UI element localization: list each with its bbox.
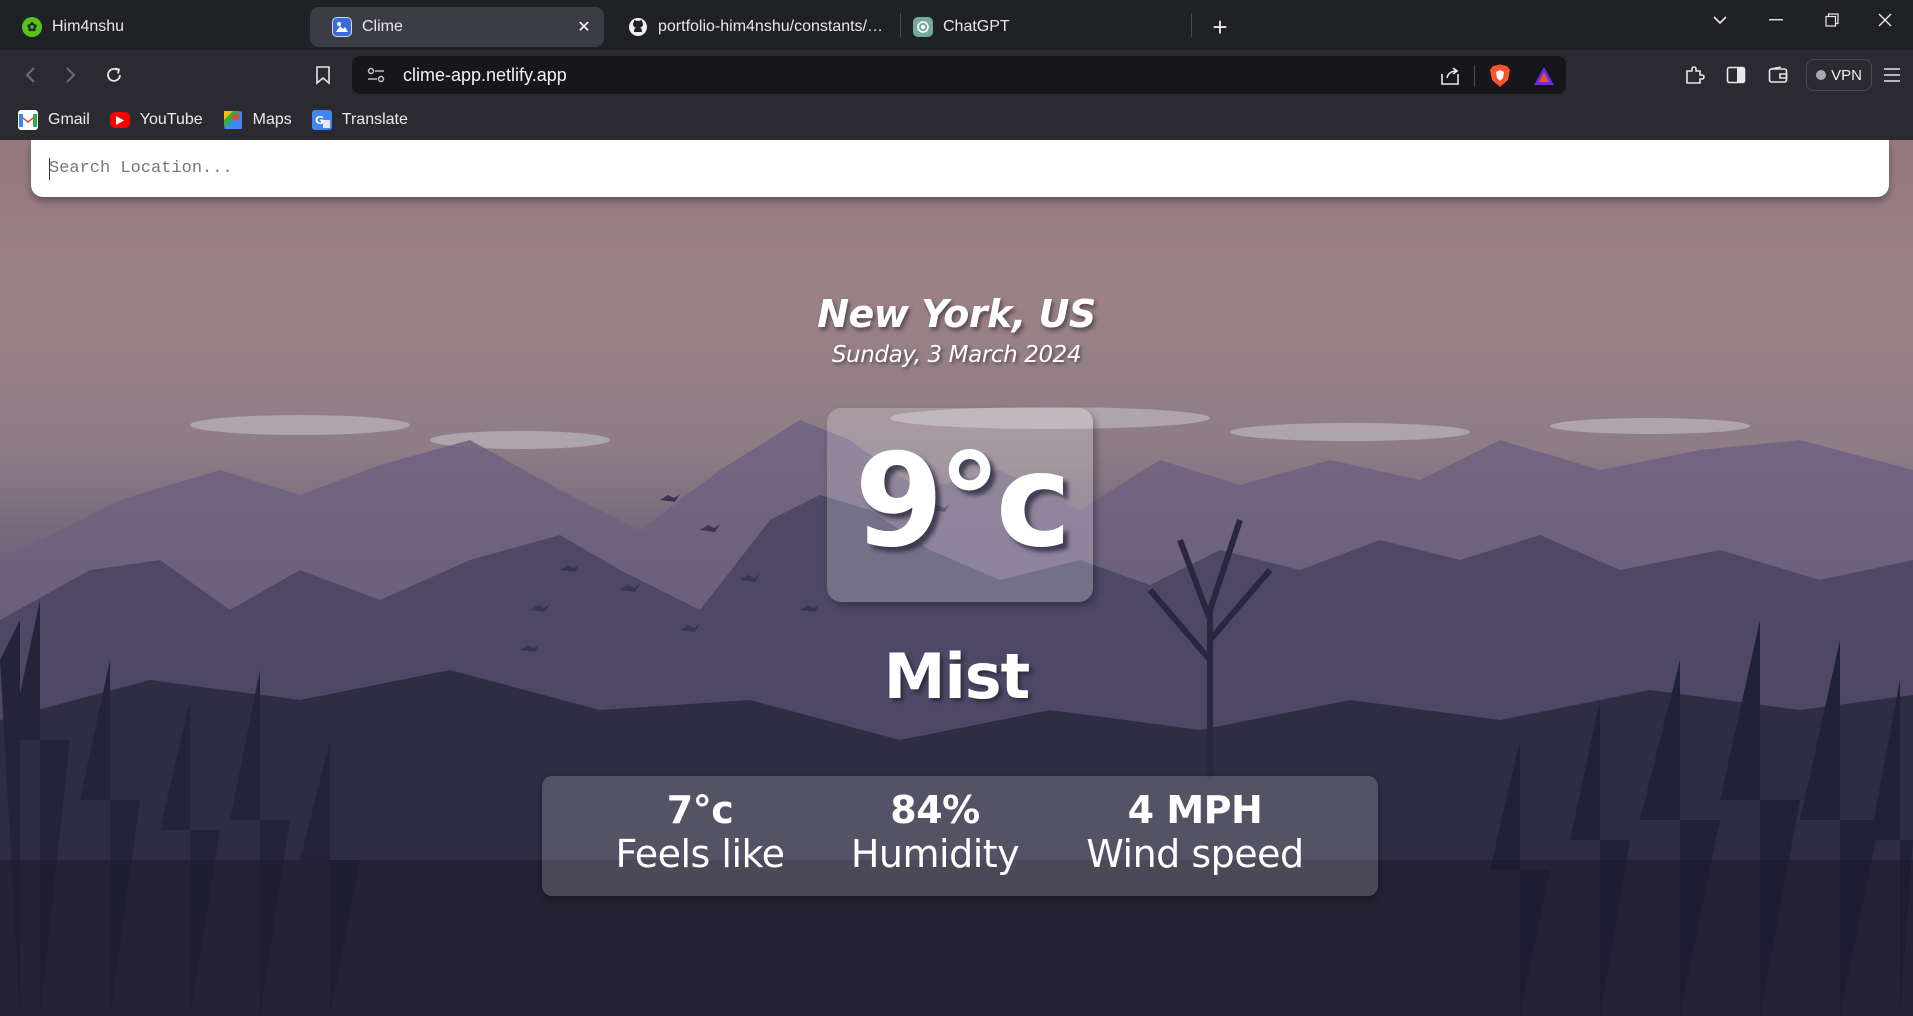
tab-title: Him4nshu	[52, 18, 125, 35]
feels-like-label: Feels like	[615, 832, 785, 876]
humidity-label: Humidity	[850, 832, 1020, 876]
bookmark-maps[interactable]: Maps	[223, 110, 292, 130]
url-text[interactable]: clime-app.netlify.app	[403, 65, 1566, 86]
tab-title: Clime	[362, 18, 403, 35]
weather-details-panel: 7°c Feels like 84% Humidity 4 MPH Wind s…	[542, 776, 1378, 896]
close-window-icon[interactable]	[1857, 0, 1913, 40]
site-info-icon[interactable]	[367, 66, 385, 84]
share-icon[interactable]	[1438, 64, 1462, 88]
menu-icon[interactable]	[1878, 61, 1906, 89]
gmail-icon	[18, 110, 38, 130]
weather-condition: Mist	[883, 640, 1031, 713]
tab-title: ChatGPT	[943, 18, 1010, 35]
svg-text:G: G	[315, 114, 324, 127]
feels-like-stat: 7°c Feels like	[585, 776, 815, 896]
translate-icon: G	[311, 110, 332, 130]
bookmark-translate[interactable]: G Translate	[311, 110, 408, 130]
search-location-bar	[31, 140, 1889, 197]
tab-him4nshu[interactable]: ✿ Him4nshu	[0, 7, 300, 47]
bookmark-gmail[interactable]: Gmail	[18, 110, 90, 130]
bookmark-icon[interactable]	[309, 61, 337, 89]
vpn-status-icon	[1816, 70, 1827, 80]
tab-search-icon[interactable]	[1692, 0, 1748, 40]
humidity-value: 84%	[890, 788, 980, 832]
chatgpt-favicon-icon	[913, 17, 933, 37]
youtube-icon	[109, 112, 130, 128]
tab-chatgpt[interactable]: ChatGPT	[901, 7, 1191, 47]
github-icon	[628, 17, 648, 37]
clime-favicon-icon	[332, 17, 352, 37]
temperature-value: 9°c	[854, 427, 1072, 576]
omnibox-divider	[1474, 65, 1475, 87]
brave-shields-icon[interactable]	[1488, 64, 1512, 88]
forward-icon[interactable]	[57, 61, 85, 89]
minimize-icon[interactable]	[1748, 0, 1804, 40]
wind-speed-value: 4 MPH	[1127, 788, 1263, 832]
wind-speed-stat: 4 MPH Wind speed	[1055, 776, 1335, 896]
bookmark-youtube[interactable]: YouTube	[109, 111, 203, 129]
restore-icon[interactable]	[1804, 0, 1860, 40]
tab-strip: ✿ Him4nshu Clime ✕ portfolio-him4nshu/co…	[0, 0, 1913, 50]
extensions-icon[interactable]	[1681, 61, 1709, 89]
tab-title: portfolio-him4nshu/constants/index.	[658, 18, 886, 35]
current-date: Sunday, 3 March 2024	[831, 342, 1082, 368]
new-tab-button[interactable]: +	[1200, 7, 1240, 47]
bookmarks-bar: Gmail YouTube Maps G Translate	[0, 100, 1913, 140]
address-bar[interactable]: clime-app.netlify.app	[352, 56, 1566, 94]
feels-like-value: 7°c	[666, 788, 734, 832]
bookmark-label: Translate	[341, 111, 408, 128]
location-name: New York, US	[817, 292, 1096, 336]
bookmark-label: Gmail	[48, 111, 90, 128]
maps-icon	[223, 110, 243, 130]
tab-separator	[1191, 13, 1192, 37]
him4nshu-favicon-icon: ✿	[22, 17, 42, 37]
temperature-card: 9°c	[827, 408, 1093, 602]
brave-rewards-icon[interactable]	[1532, 64, 1556, 88]
humidity-stat: 84% Humidity	[815, 776, 1055, 896]
sidebar-icon[interactable]	[1722, 61, 1750, 89]
text-caret	[49, 158, 50, 180]
bookmark-label: YouTube	[139, 111, 203, 128]
clime-app-page: New York, US Sunday, 3 March 2024 9°c Mi…	[0, 140, 1913, 1016]
bookmark-label: Maps	[252, 111, 292, 128]
wind-speed-label: Wind speed	[1086, 832, 1304, 876]
close-tab-icon[interactable]: ✕	[574, 17, 594, 37]
search-location-input[interactable]	[49, 159, 1889, 178]
back-icon[interactable]	[16, 61, 44, 89]
browser-toolbar: clime-app.netlify.app VPN	[0, 50, 1913, 100]
vpn-label: VPN	[1831, 66, 1862, 84]
wallet-icon[interactable]	[1764, 61, 1792, 89]
tab-clime[interactable]: Clime ✕	[310, 7, 604, 47]
tab-portfolio[interactable]: portfolio-him4nshu/constants/index.	[604, 7, 900, 47]
vpn-button[interactable]: VPN	[1806, 59, 1872, 91]
reload-icon[interactable]	[100, 61, 128, 89]
